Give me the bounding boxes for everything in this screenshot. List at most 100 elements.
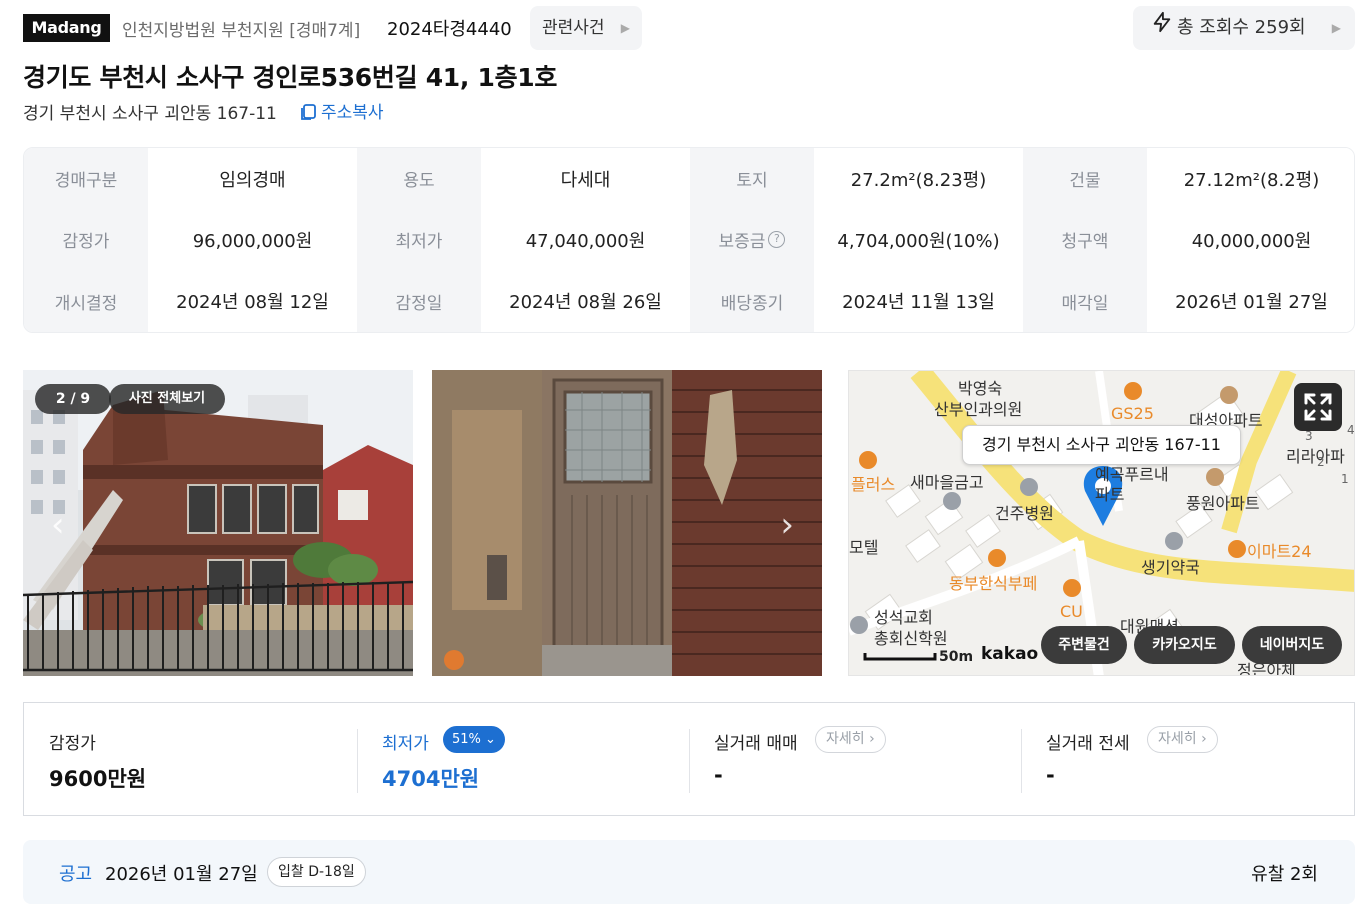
value-appraisal-date: 2024년 08월 26일 [481, 270, 690, 332]
label-sale-date: 매각일 [1023, 270, 1147, 332]
notice-date: 2026년 01월 27일 [105, 864, 258, 885]
value-start-decision: 2024년 08월 12일 [148, 270, 357, 332]
expand-icon [1304, 393, 1332, 421]
failed-count: 유찰 2회 [1251, 864, 1318, 885]
real-sale-detail-label: 자세히 [826, 731, 865, 747]
related-cases-label: 관련사건 [542, 18, 605, 38]
chevron-right-icon: ▶ [620, 21, 630, 35]
minimum-summary-value: 4704만원 [382, 767, 480, 791]
kakao-logo: kakao [981, 644, 1039, 664]
case-number: 2024타경4440 [387, 19, 512, 40]
prev-photo-icon[interactable]: ‹ [51, 505, 65, 545]
property-address: 경기도 부천시 소사구 경인로536번길 41, 1층1호 [23, 63, 558, 92]
real-jeonse-summary: 실거래 전세 자세히 › - [1021, 703, 1354, 815]
location-map[interactable]: 박영숙 산부인과의원 GS25 대성아파트 리라아파 플러스 새마을금고 예곡푸… [848, 370, 1355, 676]
map-address-popup: 경기 부천시 소사구 괴안동 167-11 [962, 425, 1241, 465]
real-jeonse-value: - [1046, 763, 1055, 787]
copy-address-button[interactable]: 주소복사 [299, 98, 384, 123]
map-label-geonju: 건주병원 [995, 504, 1054, 523]
value-deposit: 4,704,000원(10%) [814, 209, 1023, 271]
kakao-map-button[interactable]: 카카오지도 [1134, 626, 1235, 664]
views-label: 총 조회수 259회 [1177, 17, 1306, 38]
map-label-num-3: 3 [1305, 429, 1313, 443]
logo[interactable]: Madang [23, 14, 110, 42]
map-label-gs25: GS25 [1111, 404, 1154, 423]
photo-counter: 2 / 9 [35, 384, 111, 414]
naver-map-button[interactable]: 네이버지도 [1242, 626, 1342, 664]
value-usage: 다세대 [481, 148, 690, 210]
real-jeonse-label: 실거래 전세 [1046, 734, 1130, 754]
chevron-right-icon: ▶ [1331, 21, 1341, 35]
map-label-cu: CU [1060, 602, 1083, 621]
map-scale: 50m [865, 649, 973, 665]
price-summary: 감정가 9600만원 최저가 51% ⌄ 4704만원 실거래 매매 자세히 ›… [23, 702, 1355, 816]
appraisal-summary: 감정가 9600만원 [24, 703, 357, 815]
label-claim: 청구액 [1023, 209, 1147, 271]
value-claim: 40,000,000원 [1147, 209, 1354, 271]
value-land: 27.2m²(8.23평) [814, 148, 1023, 210]
lightning-icon [1151, 6, 1173, 50]
label-dividend-deadline: 배당종기 [690, 270, 814, 332]
minimum-summary-label: 최저가 [382, 734, 429, 754]
label-auction-type: 경매구분 [24, 148, 148, 210]
map-label-saenggi: 생기약국 [1141, 558, 1200, 577]
copy-icon [299, 103, 317, 121]
map-label-rira: 리라아파 [1286, 447, 1345, 466]
value-building: 27.12m²(8.2평) [1147, 148, 1354, 210]
notice-tag: 공고 [59, 864, 93, 885]
value-appraisal: 96,000,000원 [148, 209, 357, 271]
notice-bar: 공고 2026년 01월 27일 입찰 D-18일 유찰 2회 [23, 840, 1355, 904]
value-sale-date: 2026년 01월 27일 [1147, 270, 1354, 332]
views-button[interactable]: 총 조회수 259회 ▶ [1133, 6, 1355, 50]
value-dividend-deadline: 2024년 11월 13일 [814, 270, 1023, 332]
label-land: 토지 [690, 148, 814, 210]
property-photo-exterior[interactable]: 2 / 9 사진 전체보기 ‹ [23, 370, 413, 676]
lot-address: 경기 부천시 소사구 괴안동 167-11 [23, 104, 277, 124]
chevron-right-icon: › [869, 731, 875, 747]
label-usage: 용도 [357, 148, 481, 210]
header-bar: Madang 인천지방법원 부천지원 [경매7계] 2024타경4440 관련사… [23, 6, 1355, 52]
map-label-num-4: 4 [1347, 423, 1355, 437]
label-start-decision: 개시결정 [24, 270, 148, 332]
label-deposit: 보증금 ? [690, 209, 814, 271]
help-icon[interactable]: ? [768, 231, 786, 249]
expand-map-button[interactable] [1294, 383, 1342, 431]
appraisal-summary-label: 감정가 [49, 734, 96, 754]
map-label-emart: 이마트24 [1247, 542, 1312, 561]
label-appraisal: 감정가 [24, 209, 148, 271]
property-photo-entrance[interactable]: › [432, 370, 822, 676]
map-label-num-1: 1 [1341, 472, 1349, 486]
label-building: 건물 [1023, 148, 1147, 210]
appraisal-summary-value: 9600만원 [49, 767, 147, 791]
map-label-clinic-2: 산부인과의원 [934, 400, 1023, 419]
map-label-pungwon: 풍원아파트 [1186, 494, 1260, 513]
value-minimum-price: 47,040,000원 [481, 209, 690, 271]
bid-dday-badge: 입찰 D-18일 [267, 857, 366, 887]
real-jeonse-detail-label: 자세히 [1158, 731, 1197, 747]
map-label-plus: 플러스 [851, 475, 896, 494]
auction-info-table: 경매구분 임의경매 용도 다세대 토지 27.2m²(8.23평) 건물 27.… [23, 147, 1355, 333]
related-cases-button[interactable]: 관련사건 ▶ [530, 6, 642, 50]
real-jeonse-detail-button[interactable]: 자세히 › [1147, 726, 1218, 753]
real-sale-summary: 실거래 매매 자세히 › - [689, 703, 1022, 815]
deposit-label-text: 보증금 [718, 232, 766, 253]
real-sale-detail-button[interactable]: 자세히 › [815, 726, 886, 753]
view-all-photos-button[interactable]: 사진 전체보기 [109, 384, 225, 414]
map-label-dongbu: 동부한식부페 [949, 574, 1038, 593]
real-sale-value: - [714, 763, 723, 787]
map-label-apt-2: 파트 [1095, 485, 1125, 504]
map-label-num-2: 2 [1317, 455, 1325, 469]
map-scale-label: 50m [939, 649, 974, 665]
map-label-church-2: 총회신학원 [874, 629, 948, 648]
chevron-right-icon: › [1201, 731, 1207, 747]
label-appraisal-date: 감정일 [357, 270, 481, 332]
minimum-percent: 51% [452, 732, 481, 747]
map-label-hotel: 모텔 [849, 538, 879, 557]
nearby-items-button[interactable]: 주변물건 [1041, 626, 1127, 664]
next-photo-icon[interactable]: › [780, 505, 794, 545]
chevron-down-icon: ⌄ [485, 732, 496, 747]
minimum-summary: 최저가 51% ⌄ 4704만원 [357, 703, 690, 815]
court-name: 인천지방법원 부천지원 [경매7계] [122, 21, 361, 41]
label-minimum-price: 최저가 [357, 209, 481, 271]
minimum-percent-badge[interactable]: 51% ⌄ [443, 726, 505, 753]
